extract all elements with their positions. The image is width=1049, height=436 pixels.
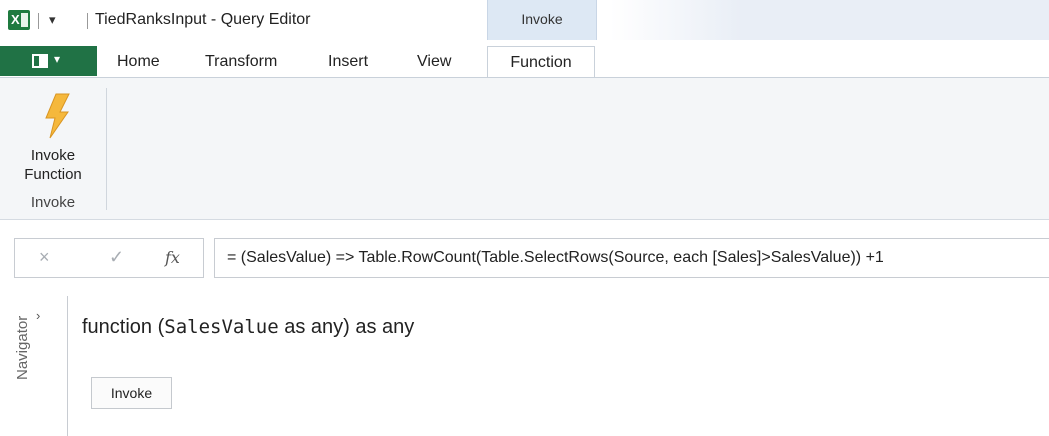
tab-home[interactable]: Home [117, 46, 160, 77]
customize-quick-access-icon[interactable]: ▾ [49, 12, 56, 28]
invoke-button[interactable]: Invoke [91, 377, 172, 409]
signature-prefix: function ( [82, 316, 165, 338]
contextual-tab-group-label: Invoke [521, 11, 563, 27]
navigator-divider [67, 296, 68, 436]
file-menu-button[interactable]: ▾ [0, 46, 97, 76]
function-signature: function (SalesValue as any) as any [82, 316, 414, 339]
formula-input[interactable]: = (SalesValue) => Table.RowCount(Table.S… [214, 238, 1049, 278]
fx-icon[interactable]: fx [165, 248, 180, 267]
chevron-down-icon: ▾ [54, 52, 61, 66]
contextual-tab-group: Invoke [487, 0, 597, 40]
tab-insert[interactable]: Insert [328, 46, 368, 77]
title-separator [87, 13, 88, 29]
ribbon-panel: Invoke Function Invoke [0, 78, 1049, 220]
file-menu-icon [32, 54, 48, 68]
title-bar: X ▾ TiedRanksInput - Query Editor Invoke [0, 0, 1049, 40]
formula-bar-controls: × ✓ fx [14, 238, 204, 278]
window-title: TiedRanksInput - Query Editor [95, 11, 311, 28]
ribbon-tabs: ▾ Home Transform Insert View Function [0, 40, 1049, 79]
tab-view[interactable]: View [417, 46, 451, 77]
title-separator [38, 13, 39, 29]
tab-function[interactable]: Function [487, 46, 595, 79]
cancel-icon[interactable]: × [39, 247, 50, 268]
confirm-icon[interactable]: ✓ [109, 247, 124, 268]
signature-param: SalesValue [164, 316, 279, 338]
navigator-expand-icon[interactable]: › [36, 308, 40, 323]
lightning-bolt-icon [45, 93, 70, 139]
navigator-label[interactable]: Navigator [14, 280, 31, 380]
title-bar-fill [610, 0, 1049, 40]
invoke-function-label-line1: Invoke [30, 147, 76, 164]
invoke-function-label: Invoke Function [8, 146, 98, 184]
signature-suffix: as any) as any [278, 316, 415, 338]
ribbon-group-label: Invoke [30, 194, 76, 211]
tab-transform[interactable]: Transform [205, 46, 277, 77]
excel-icon[interactable]: X [8, 10, 30, 30]
invoke-function-button[interactable]: Invoke Function [6, 82, 100, 190]
invoke-function-label-line2: Function [24, 166, 82, 183]
ribbon-group-separator [106, 88, 107, 210]
